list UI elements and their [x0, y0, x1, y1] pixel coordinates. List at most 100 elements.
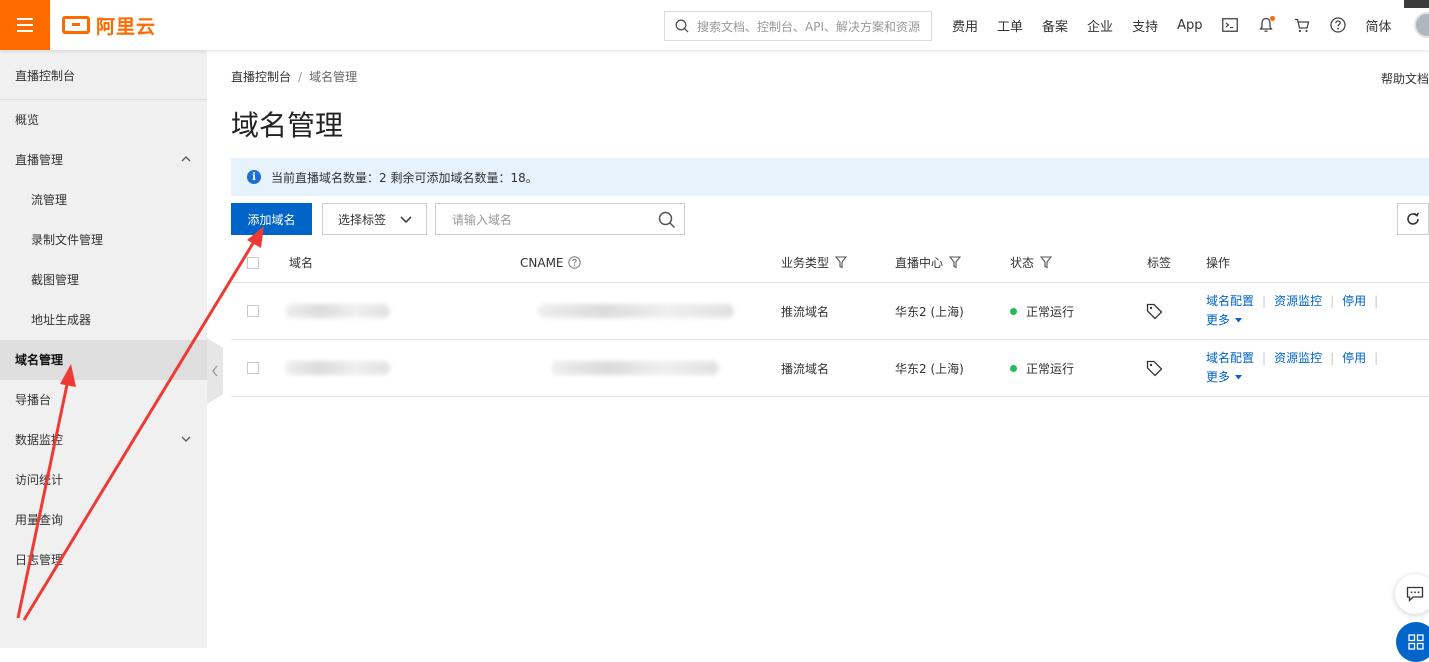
redacted-cname: [551, 361, 719, 375]
more-actions-dropdown[interactable]: 更多: [1206, 311, 1243, 330]
chat-float-button[interactable]: [1395, 574, 1429, 614]
toolbar: 添加域名 选择标签 请输入域名: [231, 203, 1429, 235]
domain-table: 域名 CNAME 业务类型 直播中心 状态 标签 操作 推流域名 华东2 (上海…: [231, 243, 1429, 397]
global-search-input[interactable]: 搜索文档、控制台、API、解决方案和资源: [664, 11, 932, 41]
status-ok-dot: [1010, 364, 1017, 372]
region-cell: 华东2 (上海): [895, 361, 964, 376]
status-ok-dot: [1010, 307, 1017, 315]
row-checkbox[interactable]: [247, 305, 259, 317]
refresh-button[interactable]: [1397, 203, 1429, 235]
status-cell: 正常运行: [1010, 340, 1074, 396]
domain-input-placeholder: 请输入域名: [452, 212, 513, 227]
help-icon[interactable]: [1329, 16, 1347, 34]
sidebar-item-overview[interactable]: 概览: [0, 100, 207, 140]
status-cell: 正常运行: [1010, 283, 1074, 339]
menu-icon-line: [17, 18, 33, 20]
notice-text: 当前直播域名数量：2 剩余可添加域名数量：18。: [271, 170, 538, 185]
aliyun-logo[interactable]: 阿里云: [62, 12, 156, 38]
filter-icon[interactable]: [1040, 256, 1053, 269]
tag-icon[interactable]: [1146, 303, 1163, 320]
action-divider: |: [1330, 351, 1335, 365]
tag-select[interactable]: 选择标签: [322, 203, 427, 235]
breadcrumb-current: 域名管理: [309, 70, 358, 84]
apps-float-button[interactable]: [1396, 622, 1429, 662]
question-circle-icon[interactable]: [567, 256, 581, 269]
language-switch[interactable]: 简体: [1365, 16, 1391, 35]
sidebar-item-production-studio[interactable]: 导播台: [0, 380, 207, 420]
nav-tickets[interactable]: 工单: [997, 16, 1023, 35]
sidebar-item-recordings[interactable]: 录制文件管理: [0, 220, 207, 260]
region-cell: 华东2 (上海): [895, 304, 964, 319]
resource-monitor-link[interactable]: 资源监控: [1274, 351, 1322, 365]
sidebar-item-usage-query[interactable]: 用量查询: [0, 500, 207, 540]
column-cname: CNAME: [520, 243, 581, 282]
disable-link[interactable]: 停用: [1342, 351, 1366, 365]
business-type-cell: 播流域名: [781, 361, 830, 376]
nav-icp-filing[interactable]: 备案: [1042, 16, 1068, 35]
column-status: 状态: [1010, 243, 1053, 282]
row-checkbox[interactable]: [247, 362, 259, 374]
column-cname-label: CNAME: [520, 255, 564, 270]
chevron-down-icon: [181, 436, 191, 442]
tags-cell: [1146, 340, 1163, 396]
sidebar-item-label: 直播管理: [15, 153, 64, 167]
menu-hamburger-button[interactable]: [0, 0, 50, 50]
aliyun-logo-icon: [62, 16, 90, 34]
row-actions: 域名配置 | 资源监控 | 停用 | 更多: [1206, 349, 1406, 387]
sidebar-item-log-management[interactable]: 日志管理: [0, 540, 207, 580]
page-title: 域名管理: [231, 109, 344, 142]
nav-support[interactable]: 支持: [1132, 16, 1158, 35]
user-avatar[interactable]: [1414, 12, 1429, 38]
nav-app[interactable]: App: [1177, 18, 1202, 33]
domain-search-input[interactable]: 请输入域名: [435, 203, 685, 235]
column-actions: 操作: [1206, 256, 1231, 270]
column-region-label: 直播中心: [895, 256, 944, 270]
disable-link[interactable]: 停用: [1342, 294, 1366, 308]
menu-icon-line: [17, 30, 33, 32]
sidebar-item-data-monitoring[interactable]: 数据监控: [0, 420, 207, 460]
sidebar-item-snapshots[interactable]: 截图管理: [0, 260, 207, 300]
sidebar-item-streams[interactable]: 流管理: [0, 180, 207, 220]
redacted-domain: [285, 304, 390, 318]
breadcrumb-root[interactable]: 直播控制台: [231, 70, 291, 84]
sidebar-title[interactable]: 直播控制台: [0, 50, 207, 100]
more-actions-dropdown[interactable]: 更多: [1206, 368, 1243, 387]
domain-config-link[interactable]: 域名配置: [1206, 294, 1254, 308]
sidebar-item-access-stats[interactable]: 访问统计: [0, 460, 207, 500]
bell-icon[interactable]: [1257, 16, 1276, 34]
chevron-up-icon: [181, 156, 191, 162]
cname-cell-redacted: [538, 283, 734, 339]
resource-monitor-link[interactable]: 资源监控: [1274, 294, 1322, 308]
action-divider: |: [1374, 294, 1379, 308]
sidebar-item-domain-management[interactable]: 域名管理: [0, 340, 207, 380]
help-docs-link[interactable]: 帮助文档: [1381, 70, 1429, 87]
select-all-checkbox[interactable]: [247, 256, 259, 269]
row-select-cell: [247, 283, 259, 339]
nav-enterprise[interactable]: 企业: [1087, 16, 1113, 35]
chevron-down-icon: [400, 216, 412, 224]
domain-config-link[interactable]: 域名配置: [1206, 351, 1254, 365]
tag-icon[interactable]: [1146, 360, 1163, 377]
filter-icon[interactable]: [835, 256, 848, 269]
sidebar-item-url-generator[interactable]: 地址生成器: [0, 300, 207, 340]
table-header: 域名 CNAME 业务类型 直播中心 状态 标签 操作: [231, 243, 1429, 283]
filter-icon[interactable]: [949, 256, 962, 269]
row-select-cell: [247, 340, 259, 396]
domain-cell-redacted: [285, 283, 390, 339]
select-all-cell: [247, 243, 259, 282]
more-label: 更多: [1206, 313, 1231, 327]
nav-billing[interactable]: 费用: [952, 16, 978, 35]
terminal-icon[interactable]: [1221, 16, 1239, 34]
more-label: 更多: [1206, 370, 1231, 384]
main-content: 直播控制台 / 域名管理 帮助文档 域名管理 i 当前直播域名数量：2 剩余可添加域…: [231, 50, 1429, 648]
search-icon[interactable]: [658, 211, 676, 229]
action-divider: |: [1374, 351, 1379, 365]
search-placeholder: 搜索文档、控制台、API、解决方案和资源: [697, 19, 920, 34]
add-domain-button[interactable]: 添加域名: [231, 203, 312, 235]
cart-icon[interactable]: [1293, 16, 1311, 34]
column-tags: 标签: [1147, 256, 1172, 270]
chat-icon: [1406, 586, 1424, 602]
sidebar-collapse-toggle[interactable]: [207, 338, 223, 404]
sidebar-item-live-management[interactable]: 直播管理: [0, 140, 207, 180]
logo-text: 阿里云: [96, 15, 157, 38]
